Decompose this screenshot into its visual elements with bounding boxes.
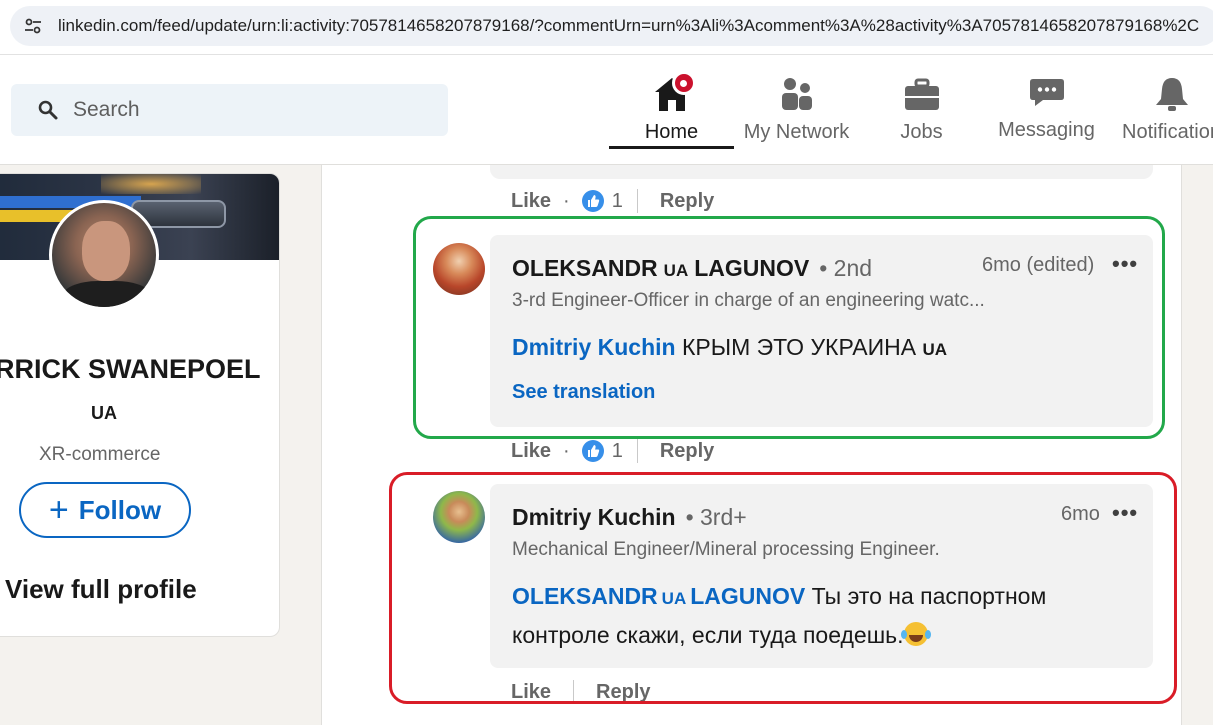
profile-name[interactable]: RRICK SWANEPOEL xyxy=(0,354,266,385)
thumbs-up-icon[interactable] xyxy=(581,190,604,212)
bell-icon xyxy=(1150,73,1194,115)
nav-jobs-label: Jobs xyxy=(900,121,943,143)
commenter-avatar[interactable] xyxy=(433,243,485,295)
commenter-headline: Mechanical Engineer/Mineral processing E… xyxy=(512,539,940,560)
commenter-name[interactable]: Dmitriy Kuchin • 3rd+ xyxy=(512,504,747,531)
search-input[interactable]: Search xyxy=(11,84,448,136)
like-count: 1 xyxy=(611,189,623,212)
home-icon xyxy=(650,71,696,115)
nav-my-network-label: My Network xyxy=(743,121,850,143)
comment-text: OLEKSANDR UA LAGUNOV Ты это на паспортном … xyxy=(512,583,1047,648)
nav-messaging-label: Messaging xyxy=(998,119,1095,141)
profile-flag: UA xyxy=(91,403,117,423)
briefcase-icon xyxy=(900,73,944,115)
search-placeholder: Search xyxy=(73,98,140,121)
messaging-icon xyxy=(1025,71,1069,113)
global-nav: Search Home My Network Jobs Messaging No… xyxy=(0,55,1213,165)
nav-notifications-label: Notification xyxy=(1122,121,1213,143)
notification-badge xyxy=(671,71,696,95)
browser-toolbar: linkedin.com/feed/update/urn:li:activity… xyxy=(0,0,1213,55)
nav-home-label: Home xyxy=(644,121,699,143)
thumbs-up-icon[interactable] xyxy=(581,440,604,462)
site-settings-icon[interactable] xyxy=(22,15,44,37)
previous-comment-actions: Like · 1 Reply xyxy=(511,189,715,213)
laughing-tears-emoji-icon xyxy=(900,622,928,646)
nav-notifications[interactable]: Notification xyxy=(1109,73,1213,165)
commenter-headline: 3-rd Engineer-Officer in charge of an en… xyxy=(512,290,985,311)
previous-comment-bubble xyxy=(490,165,1153,179)
profile-avatar[interactable] xyxy=(49,200,159,310)
comment-timestamp[interactable]: 6mo (edited) xyxy=(982,254,1094,277)
more-options-icon[interactable]: ••• xyxy=(1112,251,1138,277)
connection-degree: • 3rd+ xyxy=(685,504,747,530)
comment-text: Dmitriy Kuchin КРЫМ ЭТО УКРАИНА UA xyxy=(512,334,948,360)
like-button[interactable]: Like xyxy=(511,681,551,704)
view-full-profile-link[interactable]: View full profile xyxy=(5,574,197,605)
reply-button[interactable]: Reply xyxy=(660,190,714,213)
like-button[interactable]: Like xyxy=(511,190,551,213)
profile-headline: XR-commerce xyxy=(39,444,161,465)
plus-icon: + xyxy=(48,491,69,529)
nav-jobs[interactable]: Jobs xyxy=(859,73,984,165)
commenter-name[interactable]: OLEKSANDR UA LAGUNOV • 2nd xyxy=(512,255,872,282)
nav-home[interactable]: Home xyxy=(609,71,734,165)
comment-actions: Like · 1 Reply xyxy=(511,439,715,463)
nav-my-network[interactable]: My Network xyxy=(734,73,859,165)
connection-degree: • 2nd xyxy=(819,255,873,281)
like-button[interactable]: Like xyxy=(511,440,551,463)
follow-button[interactable]: + Follow xyxy=(19,482,191,538)
url-text[interactable]: linkedin.com/feed/update/urn:li:activity… xyxy=(58,16,1199,36)
comment-timestamp[interactable]: 6mo xyxy=(1061,503,1100,526)
comment-actions: Like Reply xyxy=(511,680,651,704)
see-translation-link[interactable]: See translation xyxy=(512,381,655,404)
reply-button[interactable]: Reply xyxy=(596,681,650,704)
comments-feed: Like · 1 Reply OLEKSANDR UA LAGUNOV • 2nd 6… xyxy=(321,165,1182,725)
address-bar[interactable]: linkedin.com/feed/update/urn:li:activity… xyxy=(10,6,1213,46)
commenter-avatar[interactable] xyxy=(433,491,485,543)
reply-button[interactable]: Reply xyxy=(660,440,714,463)
search-icon xyxy=(37,99,59,121)
mention-link[interactable]: OLEKSANDR UA LAGUNOV xyxy=(512,583,805,609)
nav-messaging[interactable]: Messaging xyxy=(984,71,1109,163)
more-options-icon[interactable]: ••• xyxy=(1112,500,1138,526)
profile-card: RRICK SWANEPOEL UA XR-commerce + Follow … xyxy=(0,173,280,637)
mention-link[interactable]: Dmitriy Kuchin xyxy=(512,334,676,360)
follow-label: Follow xyxy=(78,494,162,525)
like-count: 1 xyxy=(611,439,623,462)
network-icon xyxy=(775,73,819,115)
